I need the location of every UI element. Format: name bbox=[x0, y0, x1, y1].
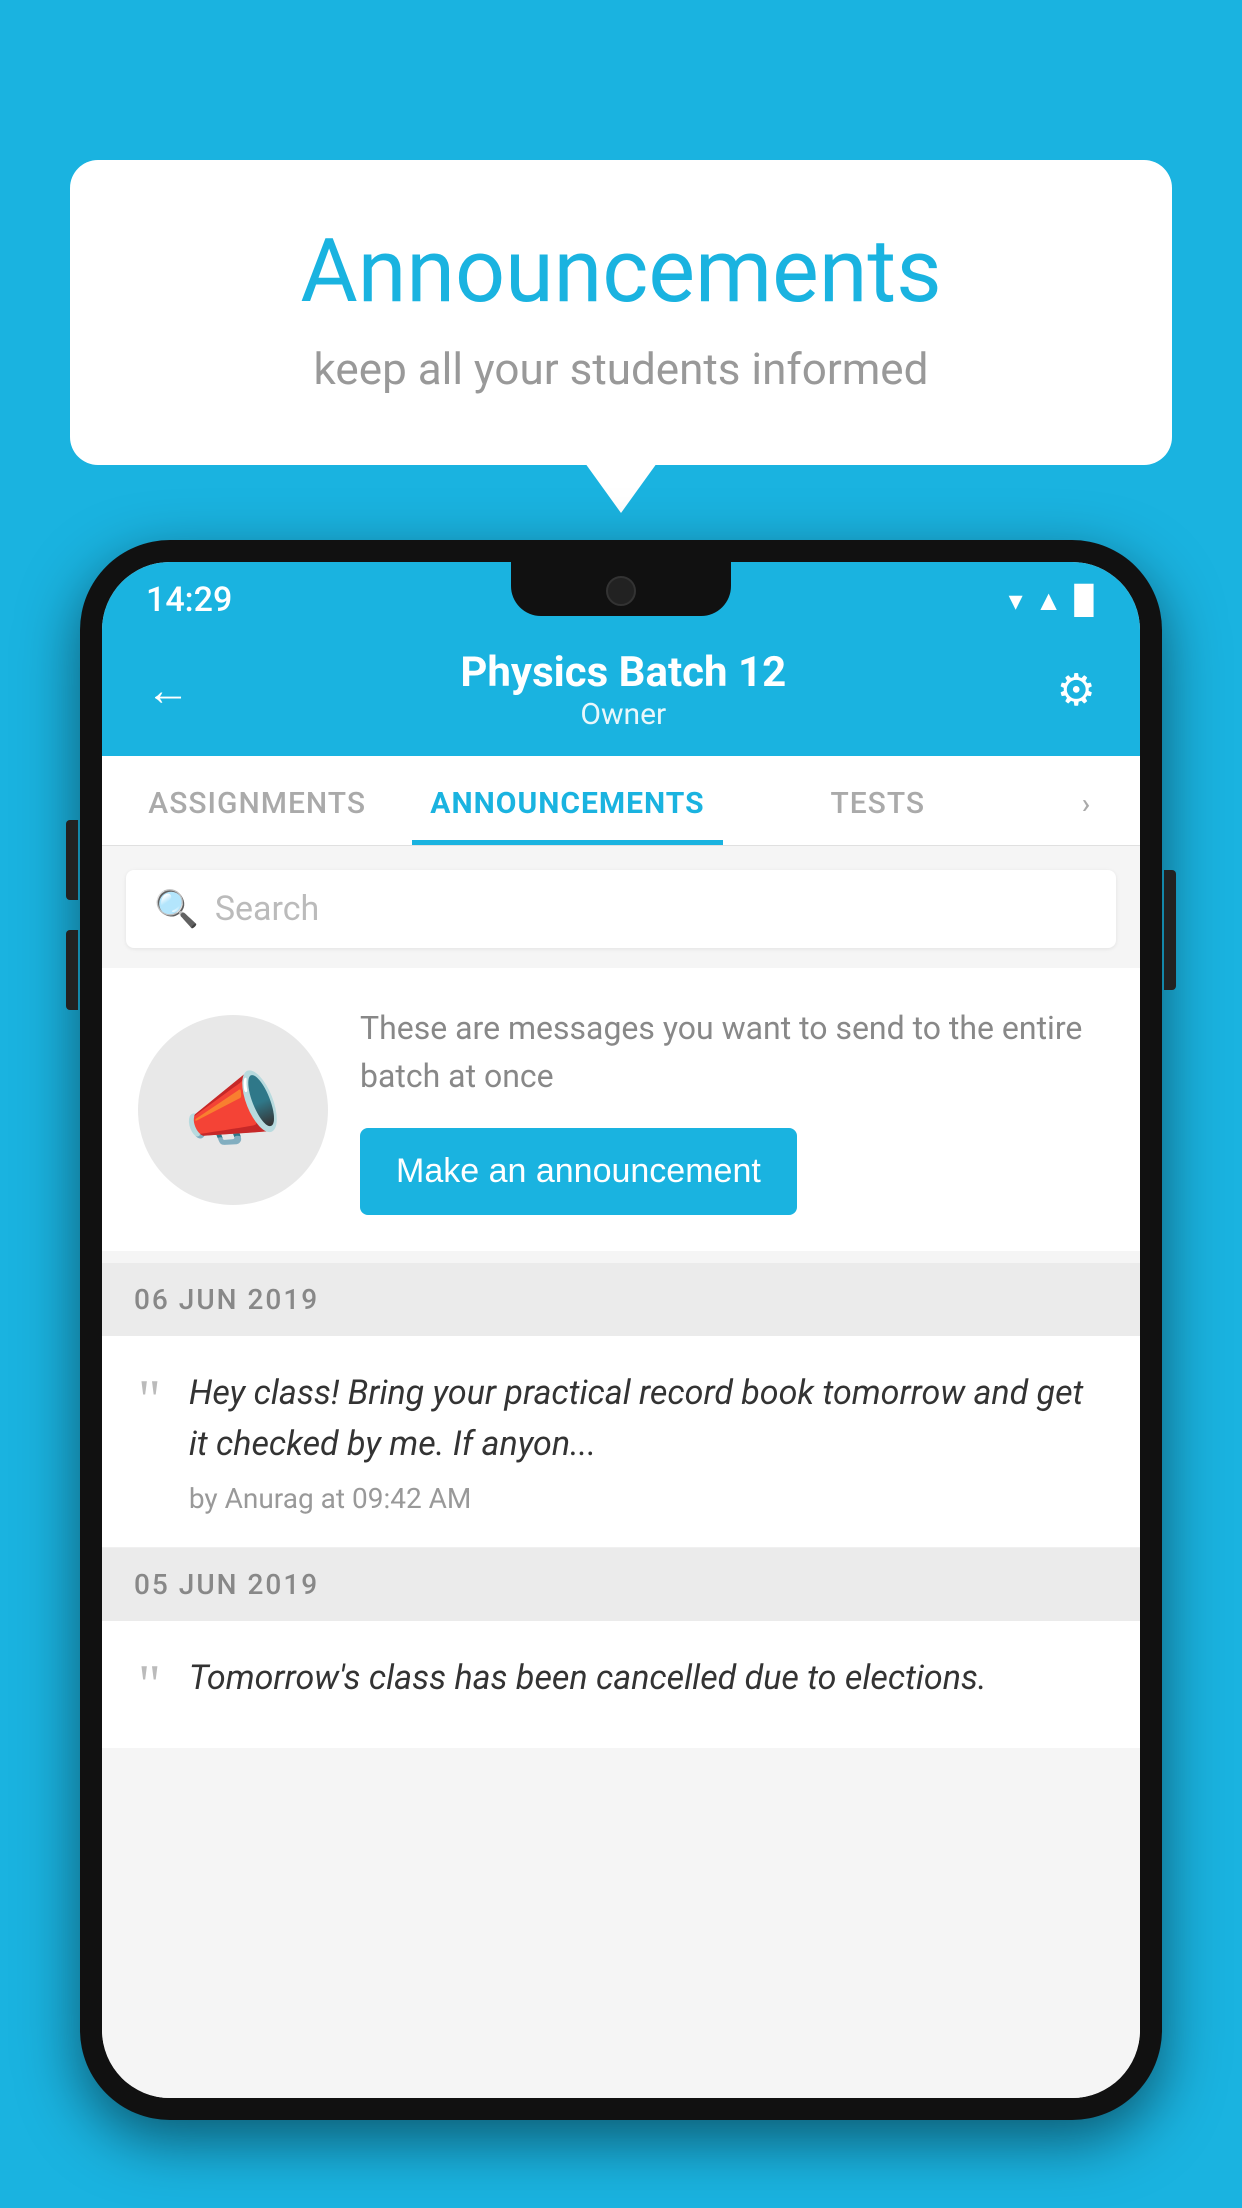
promo-section: Announcements keep all your students inf… bbox=[70, 160, 1172, 465]
tab-more[interactable]: › bbox=[1033, 757, 1140, 844]
search-bar[interactable]: 🔍 Search bbox=[126, 870, 1116, 948]
quote-icon-1: " bbox=[138, 1372, 161, 1428]
speech-bubble: Announcements keep all your students inf… bbox=[70, 160, 1172, 465]
megaphone-circle: 📣 bbox=[138, 1015, 328, 1205]
phone-camera bbox=[606, 576, 636, 606]
announcement-content-1: Hey class! Bring your practical record b… bbox=[189, 1368, 1104, 1515]
search-icon: 🔍 bbox=[154, 888, 199, 930]
app-header: ← Physics Batch 12 Owner ⚙ bbox=[102, 628, 1140, 756]
announcement-item-1[interactable]: " Hey class! Bring your practical record… bbox=[102, 1336, 1140, 1548]
promo-card: 📣 These are messages you want to send to… bbox=[102, 968, 1140, 1251]
search-placeholder: Search bbox=[215, 889, 319, 929]
phone-mockup: 14:29 ▾ ▲ ▉ ← Physics Batch 12 Owner ⚙ bbox=[80, 540, 1162, 2208]
announcement-content-2: Tomorrow's class has been cancelled due … bbox=[189, 1653, 1104, 1716]
announcement-item-2[interactable]: " Tomorrow's class has been cancelled du… bbox=[102, 1621, 1140, 1748]
settings-icon[interactable]: ⚙ bbox=[1057, 664, 1096, 716]
megaphone-icon: 📣 bbox=[183, 1063, 283, 1157]
content-area: 🔍 Search 📣 These are messages you want t… bbox=[102, 846, 1140, 2098]
status-time: 14:29 bbox=[146, 580, 232, 620]
bubble-title: Announcements bbox=[150, 220, 1092, 323]
quote-icon-2: " bbox=[138, 1657, 161, 1713]
date-section-1: 06 JUN 2019 bbox=[102, 1263, 1140, 1336]
batch-title: Physics Batch 12 bbox=[460, 648, 786, 697]
tab-assignments[interactable]: ASSIGNMENTS bbox=[102, 756, 412, 845]
bubble-subtitle: keep all your students informed bbox=[150, 343, 1092, 395]
volume-down-button[interactable] bbox=[66, 930, 78, 1010]
status-icons: ▾ ▲ ▉ bbox=[1009, 584, 1096, 617]
promo-content: These are messages you want to send to t… bbox=[360, 1004, 1104, 1215]
tab-announcements[interactable]: ANNOUNCEMENTS bbox=[412, 756, 722, 845]
phone-screen: 14:29 ▾ ▲ ▉ ← Physics Batch 12 Owner ⚙ bbox=[102, 562, 1140, 2098]
phone-notch bbox=[511, 562, 731, 616]
power-button[interactable] bbox=[1164, 870, 1176, 990]
back-button[interactable]: ← bbox=[146, 664, 190, 716]
tabs-bar: ASSIGNMENTS ANNOUNCEMENTS TESTS › bbox=[102, 756, 1140, 846]
header-title-group: Physics Batch 12 Owner bbox=[460, 648, 786, 732]
announcement-text-2: Tomorrow's class has been cancelled due … bbox=[189, 1653, 1104, 1704]
volume-up-button[interactable] bbox=[66, 820, 78, 900]
signal-icon: ▲ bbox=[1035, 584, 1063, 617]
promo-description: These are messages you want to send to t… bbox=[360, 1004, 1104, 1100]
announcement-author-1: by Anurag at 09:42 AM bbox=[189, 1482, 1104, 1515]
date-section-2: 05 JUN 2019 bbox=[102, 1548, 1140, 1621]
tab-tests[interactable]: TESTS bbox=[723, 756, 1033, 845]
date-label-2: 05 JUN 2019 bbox=[134, 1568, 319, 1601]
make-announcement-button[interactable]: Make an announcement bbox=[360, 1128, 797, 1215]
announcement-text-1: Hey class! Bring your practical record b… bbox=[189, 1368, 1104, 1470]
phone-outer: 14:29 ▾ ▲ ▉ ← Physics Batch 12 Owner ⚙ bbox=[80, 540, 1162, 2120]
date-label-1: 06 JUN 2019 bbox=[134, 1283, 319, 1316]
wifi-icon: ▾ bbox=[1009, 584, 1023, 617]
role-label: Owner bbox=[460, 697, 786, 732]
battery-icon: ▉ bbox=[1074, 584, 1096, 617]
